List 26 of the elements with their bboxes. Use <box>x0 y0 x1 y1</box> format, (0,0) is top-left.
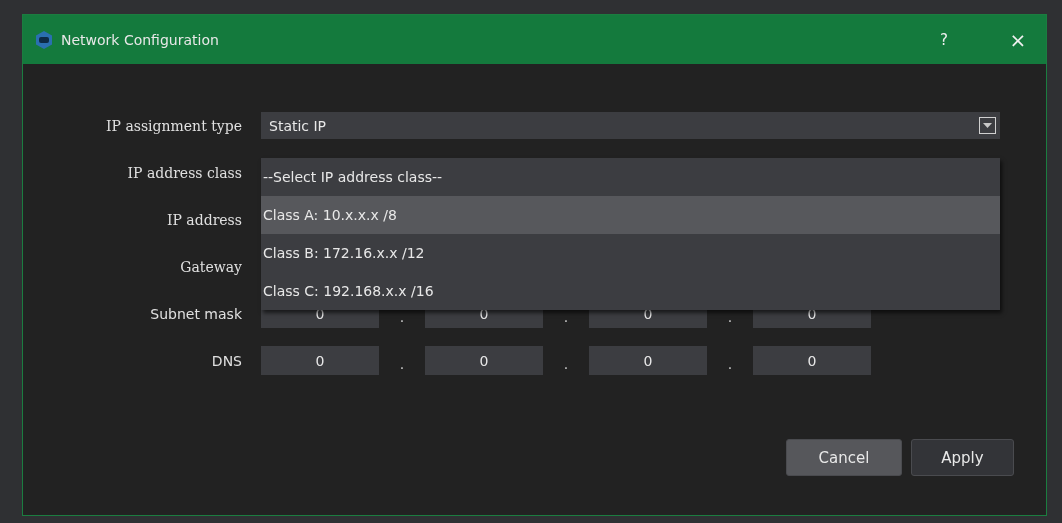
separator-dot: . <box>562 307 570 325</box>
cancel-button[interactable]: Cancel <box>786 439 902 476</box>
dropdown-option[interactable]: Class B: 172.16.x.x /12 <box>261 234 1000 272</box>
app-logo-icon <box>35 30 53 49</box>
field-label: IP assignment type <box>105 117 242 134</box>
field-label: Subnet mask <box>149 305 242 322</box>
field-label: Gateway <box>179 258 242 275</box>
dropdown-placeholder[interactable]: --Select IP address class-- <box>261 158 1000 196</box>
field-label: DNS <box>210 352 242 369</box>
separator-dot: . <box>562 354 570 372</box>
close-button[interactable]: × <box>1000 24 1036 55</box>
octet-field[interactable]: 0 <box>261 346 379 375</box>
separator-dot: . <box>398 354 406 372</box>
apply-button[interactable]: Apply <box>911 439 1014 476</box>
help-button[interactable]: ? <box>926 24 962 55</box>
assignment-dropdown[interactable]: Static IP <box>261 112 1000 139</box>
octet-field[interactable]: 0 <box>753 346 871 375</box>
separator-dot: . <box>726 307 734 325</box>
window-title: Network Configuration <box>61 31 220 48</box>
octet-field[interactable]: 0 <box>425 346 543 375</box>
dropdown-option[interactable]: Class A: 10.x.x.x /8 <box>261 196 1000 234</box>
separator-dot: . <box>726 354 734 372</box>
field-label: IP address class <box>126 164 242 181</box>
separator-dot: . <box>398 307 406 325</box>
octet-field[interactable]: 0 <box>589 346 707 375</box>
field-label: IP address <box>165 211 242 228</box>
